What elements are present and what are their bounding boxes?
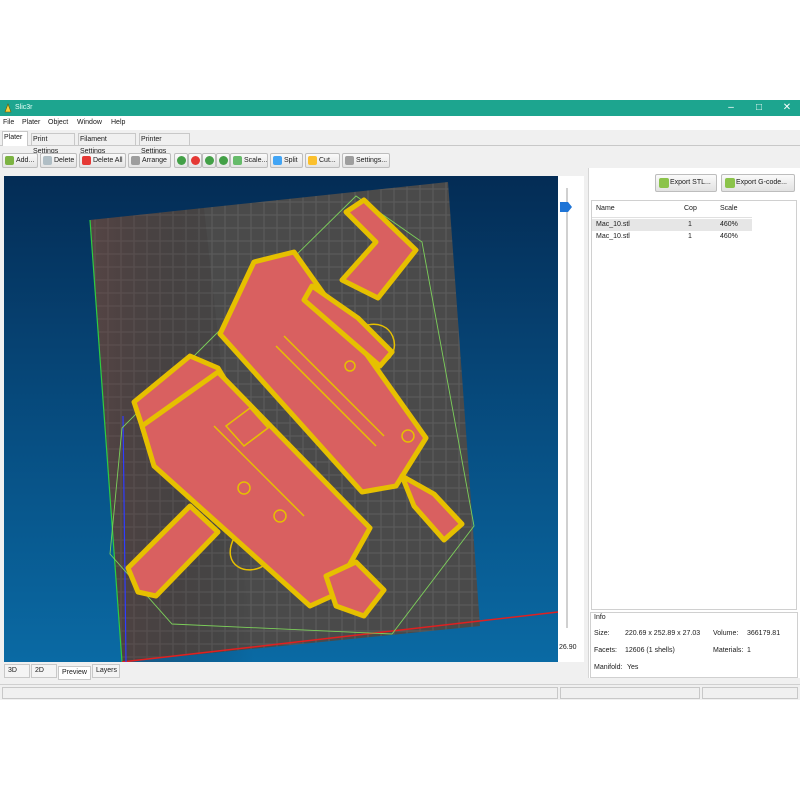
plater-bed-view <box>89 182 558 662</box>
materials-value: 1 <box>747 647 751 654</box>
volume-value: 366179.81 <box>747 630 781 637</box>
object-name: Mac_10.stl <box>596 233 630 240</box>
delete-button[interactable]: Delete <box>40 153 77 168</box>
minimize-button[interactable]: – <box>720 100 742 116</box>
col-scale[interactable]: Scale <box>720 205 738 212</box>
object-scale: 460% <box>720 221 738 228</box>
col-name[interactable]: Name <box>596 205 615 212</box>
object-list-header: Name Cop Scale <box>592 201 752 218</box>
object-copies: 1 <box>688 233 692 240</box>
gear-icon <box>345 156 354 165</box>
tab-plater[interactable]: Plater <box>2 131 28 146</box>
settings-tabs: Plater Print Settings Filament Settings … <box>0 131 800 155</box>
slic3r-logo-icon <box>4 103 12 113</box>
export-gcode-button[interactable]: Export G-code... <box>721 174 795 192</box>
split-button[interactable]: Split <box>270 153 303 168</box>
tab-layers[interactable]: Layers <box>92 664 120 678</box>
add-label: Add... <box>16 157 35 164</box>
title-bar: Slic3r – □ ✕ <box>0 100 800 116</box>
object-row[interactable]: Mac_10.stl 1 460% <box>592 231 752 243</box>
remove-copy-button[interactable] <box>188 153 202 168</box>
manifold-value: Yes <box>627 664 639 671</box>
cut-icon <box>308 156 317 165</box>
minus-icon <box>191 156 200 165</box>
scale-label: Scale... <box>244 157 268 164</box>
info-title: Info <box>594 614 606 621</box>
right-panel: Export STL... Export G-code... Name Cop … <box>588 168 800 678</box>
arrange-icon <box>131 156 140 165</box>
menu-plater[interactable]: Plater <box>22 119 40 126</box>
rotate-right-icon <box>219 156 228 165</box>
object-row[interactable]: Mac_10.stl 1 460% <box>592 219 752 231</box>
tab-preview[interactable]: Preview <box>58 666 91 680</box>
object-copies: 1 <box>688 221 692 228</box>
status-progress-area <box>560 687 700 699</box>
arrange-label: Arrange <box>142 157 167 164</box>
preview-canvas[interactable] <box>4 176 558 662</box>
export-stl-icon <box>659 178 669 188</box>
tab-2d[interactable]: 2D <box>31 664 57 678</box>
export-gcode-label: Export G-code... <box>736 179 787 186</box>
settings-label: Settings... <box>356 157 388 164</box>
delete-all-label: Delete All <box>93 157 123 164</box>
layer-slider-thumb[interactable] <box>560 202 572 212</box>
maximize-button[interactable]: □ <box>748 100 770 116</box>
settings-button[interactable]: Settings... <box>342 153 390 168</box>
tab-filament-settings[interactable]: Filament Settings <box>78 133 136 155</box>
delete-all-button[interactable]: Delete All <box>79 153 126 168</box>
menu-help[interactable]: Help <box>111 119 125 126</box>
size-label: Size: <box>594 630 610 637</box>
export-gcode-icon <box>725 178 735 188</box>
delete-label: Delete <box>54 157 75 164</box>
arrange-button[interactable]: Arrange <box>128 153 171 168</box>
menu-window[interactable]: Window <box>77 119 102 126</box>
rotate-left-icon <box>205 156 214 165</box>
object-list[interactable]: Name Cop Scale Mac_10.stl 1 460% Mac_10.… <box>591 200 797 610</box>
split-icon <box>273 156 282 165</box>
cut-label: Cut... <box>319 157 336 164</box>
rotate-left-button[interactable] <box>202 153 216 168</box>
export-stl-button[interactable]: Export STL... <box>655 174 717 192</box>
object-name: Mac_10.stl <box>596 221 630 228</box>
add-copy-button[interactable] <box>174 153 188 168</box>
status-text-area <box>2 687 558 699</box>
delete-all-icon <box>82 156 91 165</box>
col-copies[interactable]: Cop <box>684 205 697 212</box>
scale-button[interactable]: Scale... <box>230 153 268 168</box>
materials-label: Materials: <box>713 647 744 654</box>
manifold-label: Manifold: <box>594 664 623 671</box>
menu-bar: File Plater Object Window Help <box>0 116 800 130</box>
add-button[interactable]: Add... <box>2 153 38 168</box>
export-stl-label: Export STL... <box>670 179 711 186</box>
status-extra-area <box>702 687 798 699</box>
object-scale: 460% <box>720 233 738 240</box>
size-value: 220.69 x 252.89 x 27.03 <box>625 630 701 637</box>
layer-slider-panel: 26.90 <box>558 176 584 662</box>
window-title: Slic3r <box>15 104 33 111</box>
tab-printer-settings[interactable]: Printer Settings <box>139 133 190 155</box>
cut-button[interactable]: Cut... <box>305 153 340 168</box>
close-button[interactable]: ✕ <box>776 100 798 116</box>
rotate-right-button[interactable] <box>216 153 230 168</box>
layer-height-value: 26.90 <box>559 644 577 651</box>
tab-print-settings[interactable]: Print Settings <box>31 133 75 155</box>
menu-file[interactable]: File <box>3 119 14 126</box>
plus-icon <box>177 156 186 165</box>
info-panel: Info Size: 220.69 x 252.89 x 27.03 Volum… <box>590 612 798 678</box>
scale-icon <box>233 156 242 165</box>
menu-object[interactable]: Object <box>48 119 68 126</box>
layer-slider-track[interactable] <box>566 188 568 628</box>
add-icon <box>5 156 14 165</box>
status-bar <box>0 684 800 700</box>
app-window: Slic3r – □ ✕ File Plater Object Window H… <box>0 100 800 700</box>
volume-label: Volume: <box>713 630 739 637</box>
split-label: Split <box>284 157 298 164</box>
tab-3d[interactable]: 3D <box>4 664 30 678</box>
facets-value: 12606 (1 shells) <box>625 647 675 654</box>
facets-label: Facets: <box>594 647 617 654</box>
delete-icon <box>43 156 52 165</box>
